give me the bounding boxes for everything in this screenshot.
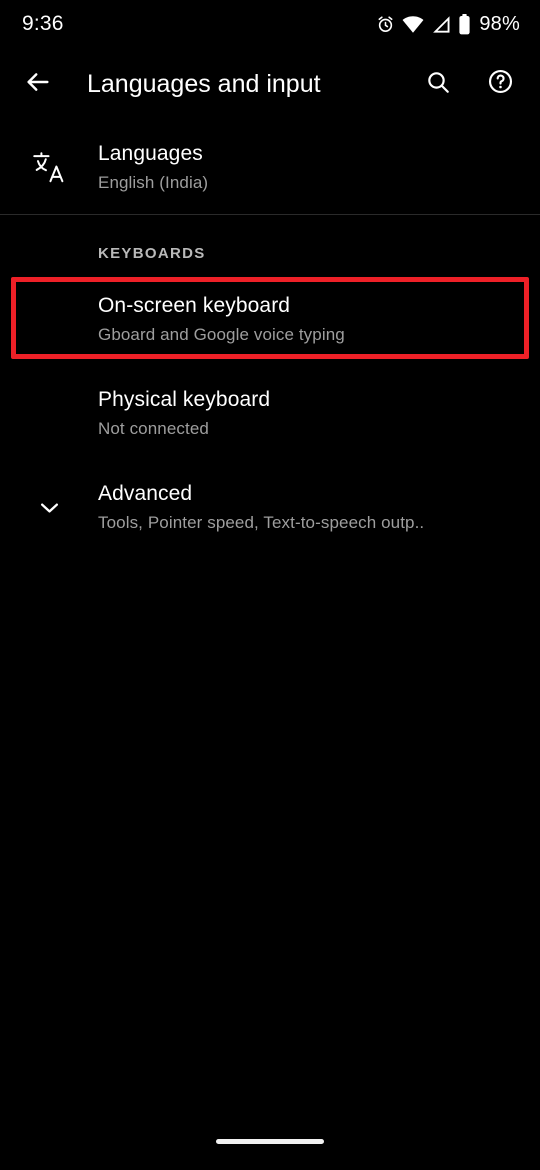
- section-header-keyboards: KEYBOARDS: [98, 245, 206, 262]
- search-icon: [425, 69, 451, 100]
- search-button[interactable]: [412, 58, 464, 110]
- status-icons-group: 98%: [376, 13, 520, 36]
- help-button[interactable]: [474, 58, 526, 110]
- pref-title: Languages: [98, 141, 203, 165]
- app-toolbar: Languages and input: [0, 48, 540, 120]
- pref-text-physical-keyboard: Physical keyboard Not connected: [98, 386, 270, 441]
- back-button[interactable]: [10, 56, 66, 112]
- pref-row-advanced[interactable]: Advanced Tools, Pointer speed, Text-to-s…: [0, 460, 540, 554]
- toolbar-actions: [412, 58, 540, 110]
- status-bar: 9:36 98%: [0, 0, 540, 48]
- pref-summary: English (India): [98, 172, 209, 192]
- translate-icon: [0, 137, 98, 197]
- pref-summary: Tools, Pointer speed, Text-to-speech out…: [98, 512, 425, 532]
- pref-row-physical-keyboard[interactable]: Physical keyboard Not connected: [0, 366, 540, 460]
- pref-row-languages[interactable]: Languages English (India): [0, 120, 540, 214]
- settings-list: Languages English (India) KEYBOARDS On-s…: [0, 120, 540, 554]
- page-title: Languages and input: [87, 69, 321, 98]
- pref-icon-spacer: [0, 383, 98, 443]
- back-arrow-icon: [24, 68, 52, 101]
- pref-title: Physical keyboard: [98, 387, 271, 411]
- pref-text-languages: Languages English (India): [98, 140, 208, 195]
- pref-text-on-screen-keyboard: On-screen keyboard Gboard and Google voi…: [98, 292, 345, 347]
- chevron-down-icon: [0, 477, 98, 537]
- cellular-signal-icon: [431, 15, 451, 34]
- pref-summary: Not connected: [98, 418, 209, 438]
- help-circle-icon: [487, 68, 514, 100]
- pref-icon-spacer: [0, 289, 98, 349]
- alarm-icon: [376, 15, 395, 34]
- pref-summary: Gboard and Google voice typing: [98, 324, 345, 344]
- battery-icon: [458, 13, 471, 35]
- navigation-bar: [0, 1122, 540, 1170]
- pref-row-on-screen-keyboard[interactable]: On-screen keyboard Gboard and Google voi…: [0, 272, 540, 366]
- home-gesture-pill[interactable]: [216, 1139, 324, 1144]
- status-clock: 9:36: [22, 12, 64, 35]
- wifi-icon: [402, 15, 424, 34]
- pref-text-advanced: Advanced Tools, Pointer speed, Text-to-s…: [98, 480, 424, 535]
- battery-percent-label: 98%: [479, 12, 520, 35]
- pref-title: On-screen keyboard: [98, 293, 291, 317]
- pref-title: Advanced: [98, 481, 193, 505]
